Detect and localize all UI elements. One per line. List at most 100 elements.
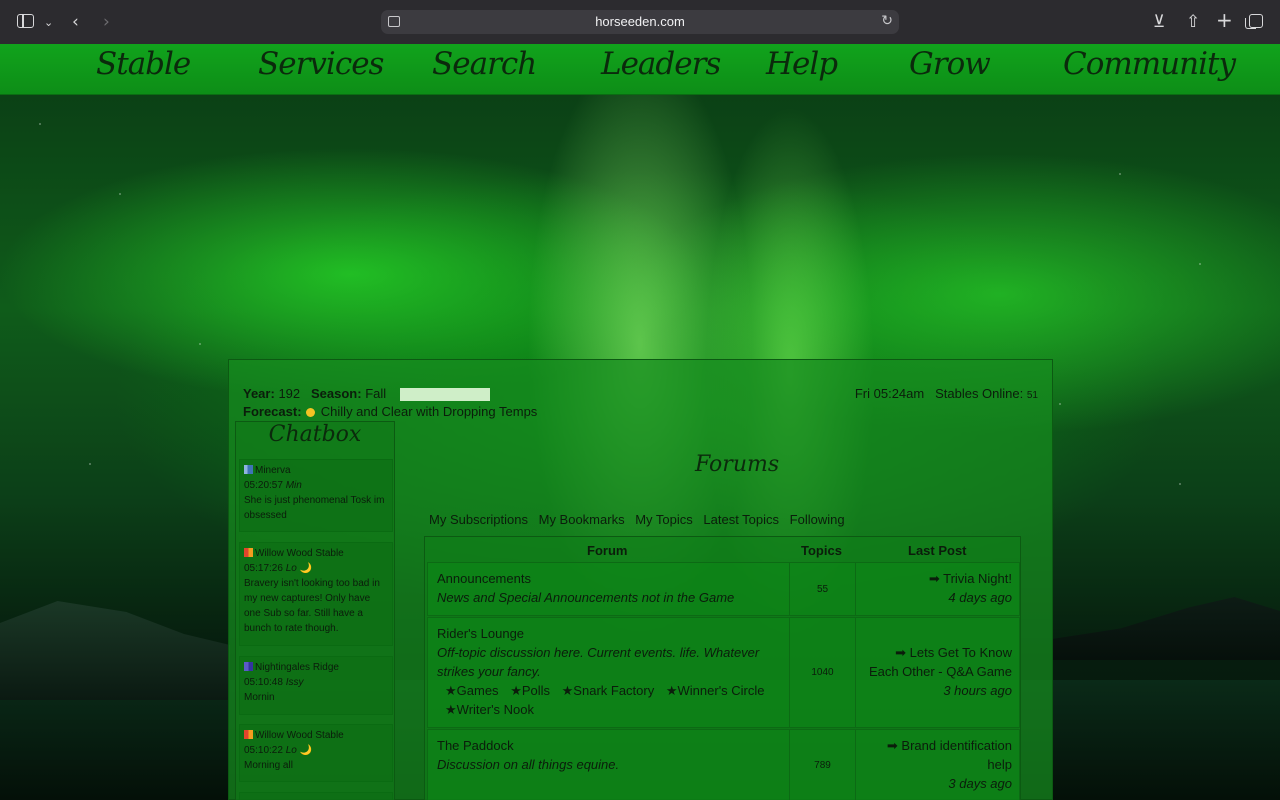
chat-time: 05:10:48 — [244, 677, 283, 688]
forum-cell: The Paddock Discussion on all things equ… — [428, 730, 790, 800]
forum-cell: Rider's Lounge Off-topic discussion here… — [428, 618, 790, 727]
subforum-list: ★Games ★Polls ★Snark Factory ★Winner's C… — [437, 681, 780, 719]
download-icon[interactable]: ⊻ — [1153, 12, 1165, 32]
weather-bar — [400, 388, 490, 401]
last-post-ago: 3 days ago — [948, 776, 1012, 791]
flag-icon — [244, 548, 253, 557]
last-post-title[interactable]: Trivia Night! — [943, 571, 1012, 586]
forum-desc: Off-topic discussion here. Current event… — [437, 645, 760, 679]
share-icon[interactable]: ⇧ — [1186, 12, 1200, 32]
forum-name[interactable]: The Paddock — [437, 736, 780, 755]
site-nav: Stable Services Search Leaders Help Grow… — [0, 44, 1280, 95]
address-bar[interactable]: horseeden.com ↻ — [381, 10, 899, 34]
forum-name[interactable]: Announcements — [437, 569, 780, 588]
online-count[interactable]: 51 — [1027, 390, 1038, 401]
last-post-title[interactable]: Brand identification help — [901, 738, 1012, 772]
subforum-games[interactable]: ★Games — [445, 683, 499, 698]
chat-user[interactable]: Lo — [286, 563, 297, 574]
topics-count: 789 — [790, 730, 856, 800]
nav-search[interactable]: Search — [432, 46, 537, 82]
chat-message: Willow Wood Stable 05:17:26 Lo 🌙 Bravery… — [239, 542, 393, 646]
forum-name[interactable]: Rider's Lounge — [437, 624, 780, 643]
info-bar: Year: 192 Season: Fall Forecast: Chilly … — [235, 384, 1050, 421]
reload-icon[interactable]: ↻ — [881, 13, 893, 29]
forum-table: Forum Topics Last Post Announcements New… — [424, 536, 1021, 800]
subforum-snark-factory[interactable]: ★Snark Factory — [562, 683, 655, 698]
sidebar-icon[interactable] — [17, 14, 34, 28]
link-my-bookmarks[interactable]: My Bookmarks — [539, 512, 625, 527]
main-panel: Year: 192 Season: Fall Forecast: Chilly … — [228, 359, 1053, 800]
forward-icon[interactable]: › — [103, 12, 110, 32]
season-label: Season: — [310, 386, 362, 401]
forums-title: Forums — [695, 452, 780, 477]
chat-user[interactable]: Lo — [286, 745, 297, 756]
arrow-icon: ➡ — [886, 738, 898, 753]
forum-desc: Discussion on all things equine. — [437, 757, 620, 772]
last-post-ago: 3 hours ago — [943, 683, 1012, 698]
chat-text: Morning all — [244, 760, 293, 771]
link-following[interactable]: Following — [790, 512, 845, 527]
chat-text: She is just phenomenal Tosk im obsessed — [244, 495, 385, 521]
nav-stable[interactable]: Stable — [96, 46, 191, 82]
tabs-icon[interactable] — [1245, 14, 1263, 29]
forecast-value: Chilly and Clear with Dropping Temps — [320, 404, 538, 419]
year-value: 192 — [278, 386, 301, 401]
moon-icon: 🌙 — [299, 563, 313, 574]
topics-count: 1040 — [790, 618, 856, 727]
chat-message: Nightingales Ridge 05:10:48 Issy Mornin — [239, 656, 393, 715]
flag-icon — [244, 662, 253, 671]
nav-help[interactable]: Help — [766, 46, 838, 82]
chat-message — [239, 792, 393, 800]
forecast: Forecast: Chilly and Clear with Dropping… — [243, 404, 537, 419]
flag-icon — [244, 465, 253, 474]
chat-user[interactable]: Issy — [286, 677, 304, 688]
subforum-writers-nook[interactable]: ★Writer's Nook — [445, 702, 534, 717]
forum-links: My Subscriptions My Bookmarks My Topics … — [429, 512, 852, 527]
subforum-winners-circle[interactable]: ★Winner's Circle — [666, 683, 765, 698]
nav-services[interactable]: Services — [258, 46, 384, 82]
chat-stable[interactable]: Willow Wood Stable — [255, 548, 344, 559]
last-post-title[interactable]: Lets Get To Know Each Other - Q&A Game — [869, 645, 1012, 679]
chat-text: Bravery isn't looking too bad in my new … — [244, 578, 380, 634]
topics-count: 55 — [790, 563, 856, 615]
nav-community[interactable]: Community — [1063, 46, 1236, 82]
chat-text: Mornin — [244, 692, 275, 703]
arrow-icon: ➡ — [895, 645, 906, 660]
year-season: Year: 192 Season: Fall — [243, 386, 386, 401]
link-my-subscriptions[interactable]: My Subscriptions — [429, 512, 528, 527]
server-status: Fri 05:24am Stables Online: 51 — [855, 386, 1038, 401]
chatbox-title: Chatbox — [268, 422, 362, 447]
chat-user[interactable]: Min — [286, 480, 302, 491]
flag-icon — [244, 730, 253, 739]
nav-grow[interactable]: Grow — [909, 46, 991, 82]
subforum-polls[interactable]: ★Polls — [510, 683, 550, 698]
forecast-label: Forecast: — [243, 404, 302, 419]
last-post-cell: ➡ Trivia Night! 4 days ago — [856, 563, 1021, 615]
nav-leaders[interactable]: Leaders — [601, 46, 721, 82]
forum-row: Announcements News and Special Announcem… — [427, 562, 1020, 616]
chat-stable[interactable]: Nightingales Ridge — [255, 662, 339, 673]
link-my-topics[interactable]: My Topics — [635, 512, 693, 527]
forum-desc: News and Special Announcements not in th… — [437, 590, 735, 605]
chat-message: Minerva 05:20:57 Min She is just phenome… — [239, 459, 393, 532]
link-latest-topics[interactable]: Latest Topics — [703, 512, 779, 527]
forum-row: Rider's Lounge Off-topic discussion here… — [427, 617, 1020, 728]
header-last-post: Last Post — [908, 543, 967, 558]
moon-icon: 🌙 — [299, 745, 313, 756]
online-label: Stables Online: — [935, 386, 1024, 401]
new-tab-icon[interactable]: + — [1216, 10, 1233, 30]
season-value: Fall — [365, 386, 387, 401]
url-text: horseeden.com — [595, 14, 685, 29]
last-post-cell: ➡ Lets Get To Know Each Other - Q&A Game… — [856, 618, 1021, 727]
year-label: Year: — [243, 386, 275, 401]
forum-cell: Announcements News and Special Announcem… — [428, 563, 790, 615]
back-icon[interactable]: ‹ — [72, 12, 79, 32]
chat-time: 05:20:57 — [244, 480, 283, 491]
chat-time: 05:10:22 — [244, 745, 283, 756]
header-topics: Topics — [801, 543, 842, 558]
chatbox: Chatbox Minerva 05:20:57 Min She is just… — [235, 421, 395, 800]
chevron-down-icon[interactable]: ⌄ — [44, 13, 53, 33]
chat-stable[interactable]: Willow Wood Stable — [255, 730, 344, 741]
forum-row: The Paddock Discussion on all things equ… — [427, 729, 1020, 800]
chat-stable[interactable]: Minerva — [255, 465, 291, 476]
